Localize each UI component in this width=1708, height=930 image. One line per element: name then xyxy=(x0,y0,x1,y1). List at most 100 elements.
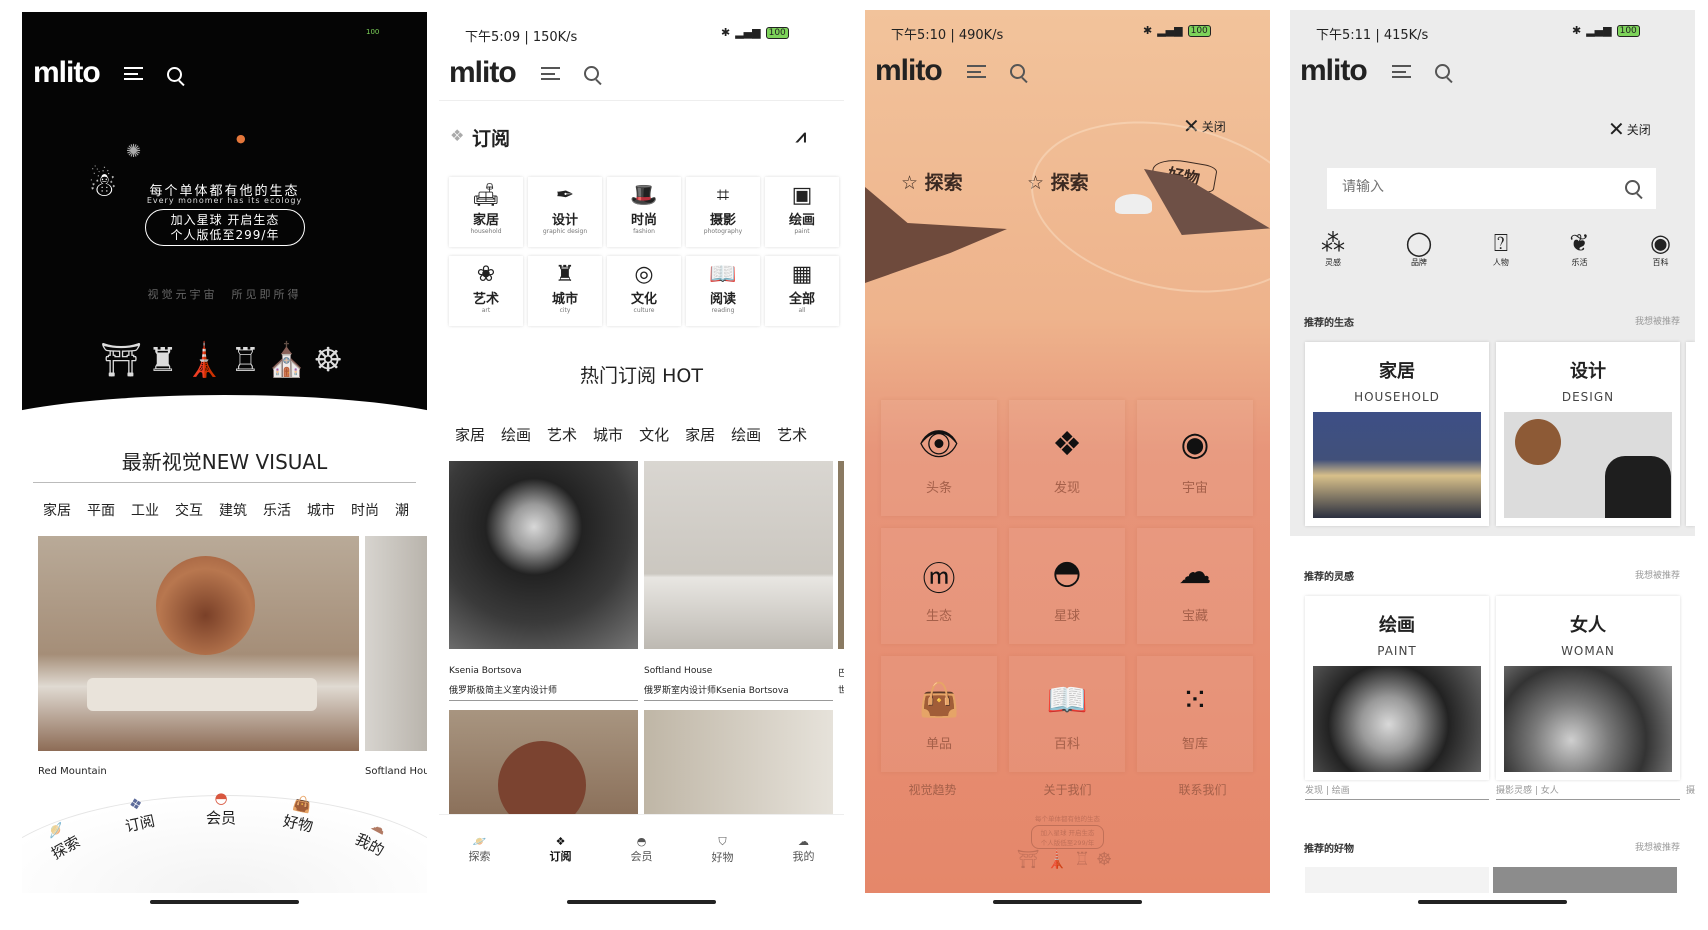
quick-link[interactable]: ◉ 百科 xyxy=(1650,229,1671,268)
menu-tile[interactable]: ❖ 发现 xyxy=(1009,400,1125,516)
hero-banner[interactable]: 100 mlito ☃ ● ✺ 每个单体都有他的生态 Every monomer… xyxy=(22,12,427,417)
home-indicator[interactable] xyxy=(993,900,1142,904)
hot-tab[interactable]: 艺术 xyxy=(547,424,577,445)
post-image-red-mountain[interactable] xyxy=(38,536,359,751)
nav-goods[interactable]: ⛉ 好物 xyxy=(712,835,734,893)
nav-member[interactable]: ◓ 会员 xyxy=(631,835,653,893)
top-link-explore[interactable]: ☆ 探索 xyxy=(901,168,963,195)
subscription-tile[interactable]: 🎩 时尚 fashion xyxy=(607,177,681,247)
card-design[interactable]: 设计 DESIGN xyxy=(1496,342,1680,526)
subscription-tile[interactable]: ✒ 设计 graphic design xyxy=(528,177,602,247)
nav-mine[interactable]: ☁ 我的 xyxy=(793,835,815,893)
nav-member[interactable]: ◓ 会员 xyxy=(206,789,236,828)
home-indicator[interactable] xyxy=(1418,900,1567,904)
logo[interactable]: mlito xyxy=(449,56,517,90)
hot-tab[interactable]: 绘画 xyxy=(501,424,531,445)
post-image-partial[interactable] xyxy=(838,461,844,649)
tile-sublabel: city xyxy=(559,307,571,314)
category-tab[interactable]: 建筑 xyxy=(219,500,247,520)
menu-tile[interactable]: ◉ 宇宙 xyxy=(1137,400,1253,516)
subscription-tile[interactable]: ▦ 全部 all xyxy=(765,256,839,326)
hero-curve xyxy=(22,395,427,417)
home-indicator[interactable] xyxy=(150,900,299,904)
landmarks-skyline: ⛩♜🗼♖⛪☸ xyxy=(100,340,349,379)
subscription-tile[interactable]: 📖 阅读 reading xyxy=(686,256,760,326)
post-image-softland[interactable] xyxy=(365,536,427,751)
footer-link[interactable]: 视觉趋势 xyxy=(908,781,956,798)
post-image-interior[interactable] xyxy=(644,461,833,649)
quick-label: 人物 xyxy=(1492,258,1509,267)
search-input[interactable] xyxy=(1342,179,1605,195)
search-box[interactable] xyxy=(1327,168,1656,209)
home-indicator[interactable] xyxy=(567,900,716,904)
menu-tile[interactable]: ⁙ 智库 xyxy=(1137,656,1253,772)
hot-tab[interactable]: 文化 xyxy=(639,424,669,445)
hot-tab[interactable]: 绘画 xyxy=(731,424,761,445)
footer-link[interactable]: 关于我们 xyxy=(1043,781,1091,798)
menu-icon[interactable] xyxy=(541,67,560,80)
search-icon[interactable] xyxy=(584,66,599,81)
recommend-me-link[interactable]: 我想被推荐 xyxy=(1635,840,1680,853)
logo[interactable]: mlito xyxy=(33,56,101,90)
quick-label: 百科 xyxy=(1652,258,1669,267)
quick-link[interactable]: ⁂ 灵感 xyxy=(1321,229,1345,268)
hot-tab[interactable]: 城市 xyxy=(593,424,623,445)
menu-tile[interactable]: ☁ 宝藏 xyxy=(1137,528,1253,644)
search-icon[interactable] xyxy=(1010,64,1025,79)
hot-tab[interactable]: 艺术 xyxy=(777,424,807,445)
search-icon[interactable] xyxy=(1435,64,1450,79)
footer-art-pill: 加入星球 开启生态 个人版低至299/年 xyxy=(1031,825,1104,849)
hot-tab[interactable]: 家居 xyxy=(455,424,485,445)
menu-icon[interactable] xyxy=(967,65,986,78)
cube-icon: ❖ xyxy=(450,126,465,145)
logo[interactable]: mlito xyxy=(875,54,943,88)
post-image-round[interactable] xyxy=(449,710,638,819)
category-tab[interactable]: 工业 xyxy=(131,500,159,520)
subscription-tile[interactable]: ⌗ 摄影 photography xyxy=(686,177,760,247)
category-tab[interactable]: 家居 xyxy=(43,500,71,520)
menu-tile[interactable]: 👁 头条 xyxy=(881,400,997,516)
menu-icon[interactable] xyxy=(1392,65,1411,78)
nav-explore[interactable]: 🪐 探索 xyxy=(469,835,491,893)
card-woman[interactable]: 女人 WOMAN xyxy=(1496,596,1680,780)
quick-link[interactable]: ❦ 乐活 xyxy=(1569,229,1589,268)
quick-link[interactable]: ⍰ 人物 xyxy=(1493,229,1509,268)
category-tab[interactable]: 时尚 xyxy=(351,500,379,520)
join-planet-button[interactable]: 加入星球 开启生态 个人版低至299/年 xyxy=(145,209,305,246)
menu-tile[interactable]: ◓ 星球 xyxy=(1009,528,1125,644)
menu-icon[interactable] xyxy=(124,67,143,80)
category-tab[interactable]: 潮 xyxy=(395,500,409,520)
category-tab[interactable]: 交互 xyxy=(175,500,203,520)
search-icon[interactable] xyxy=(167,67,182,82)
logo[interactable]: mlito xyxy=(1300,54,1368,88)
category-tab[interactable]: 乐活 xyxy=(263,500,291,520)
pulse-icon[interactable]: ⩘ xyxy=(796,126,806,147)
search-submit-icon[interactable] xyxy=(1625,180,1640,195)
card-paint[interactable]: 绘画 PAINT xyxy=(1305,596,1489,780)
goods-image[interactable] xyxy=(1493,867,1677,893)
subscription-tile[interactable]: ♜ 城市 city xyxy=(528,256,602,326)
recommend-me-link[interactable]: 我想被推荐 xyxy=(1635,314,1680,327)
category-tab[interactable]: 城市 xyxy=(307,500,335,520)
post-image-shelves[interactable] xyxy=(644,710,833,819)
post-caption: Softland Hou: xyxy=(365,766,427,777)
card-household[interactable]: 家居 HOUSEHOLD xyxy=(1305,342,1489,526)
close-button[interactable]: ✕ 关闭 xyxy=(1608,117,1651,141)
subscription-tile[interactable]: ◎ 文化 culture xyxy=(607,256,681,326)
subscription-tile[interactable]: ❀ 艺术 art xyxy=(449,256,523,326)
menu-tile[interactable]: 👜 单品 xyxy=(881,656,997,772)
quick-link[interactable]: ◯ 品牌 xyxy=(1406,229,1433,268)
goods-image[interactable] xyxy=(1305,867,1489,893)
nav-subscribe[interactable]: ❖ 订阅 xyxy=(550,835,572,893)
menu-tile[interactable]: 📖 百科 xyxy=(1009,656,1125,772)
subscription-tile[interactable]: 🛋 家居 household xyxy=(449,177,523,247)
subscription-tile[interactable]: ▣ 绘画 paint xyxy=(765,177,839,247)
hot-tab[interactable]: 家居 xyxy=(685,424,715,445)
post-image-portrait[interactable] xyxy=(449,461,638,649)
category-tab[interactable]: 平面 xyxy=(87,500,115,520)
category-tabs: 家居 平面 工业 交互 建筑 乐活 城市 时尚 潮 xyxy=(43,500,409,520)
menu-tile[interactable]: ⓜ 生态 xyxy=(881,528,997,644)
tile-sublabel: fashion xyxy=(633,228,655,235)
recommend-me-link[interactable]: 我想被推荐 xyxy=(1635,568,1680,581)
footer-link[interactable]: 联系我们 xyxy=(1178,781,1226,798)
